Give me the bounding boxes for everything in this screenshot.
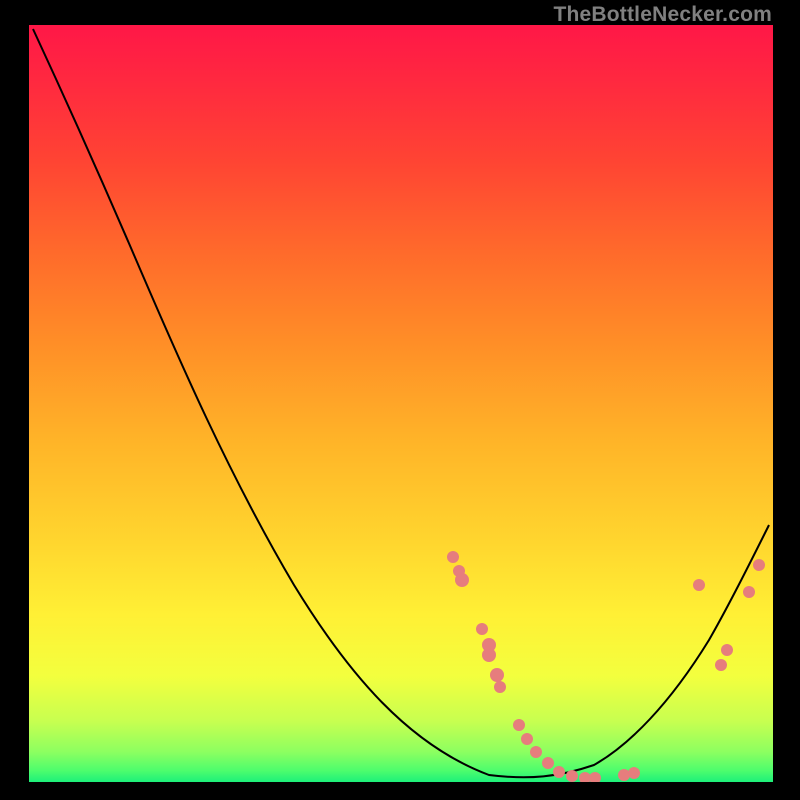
data-dot (476, 623, 488, 635)
data-dot (542, 757, 554, 769)
data-dot (447, 551, 459, 563)
data-dot (494, 681, 506, 693)
data-dot (530, 746, 542, 758)
data-dot (743, 586, 755, 598)
data-dot (753, 559, 765, 571)
data-dot (715, 659, 727, 671)
data-dot (482, 648, 496, 662)
data-dot (490, 668, 504, 682)
watermark-text: TheBottleNecker.com (553, 3, 772, 27)
data-dot (628, 767, 640, 779)
data-dot (521, 733, 533, 745)
data-dot (513, 719, 525, 731)
data-dot (721, 644, 733, 656)
gradient-background (29, 25, 773, 782)
bottleneck-chart (29, 25, 773, 782)
data-dot (618, 769, 630, 781)
data-dot (455, 573, 469, 587)
data-dot (553, 766, 565, 778)
data-dot (693, 579, 705, 591)
data-dot (566, 770, 578, 782)
